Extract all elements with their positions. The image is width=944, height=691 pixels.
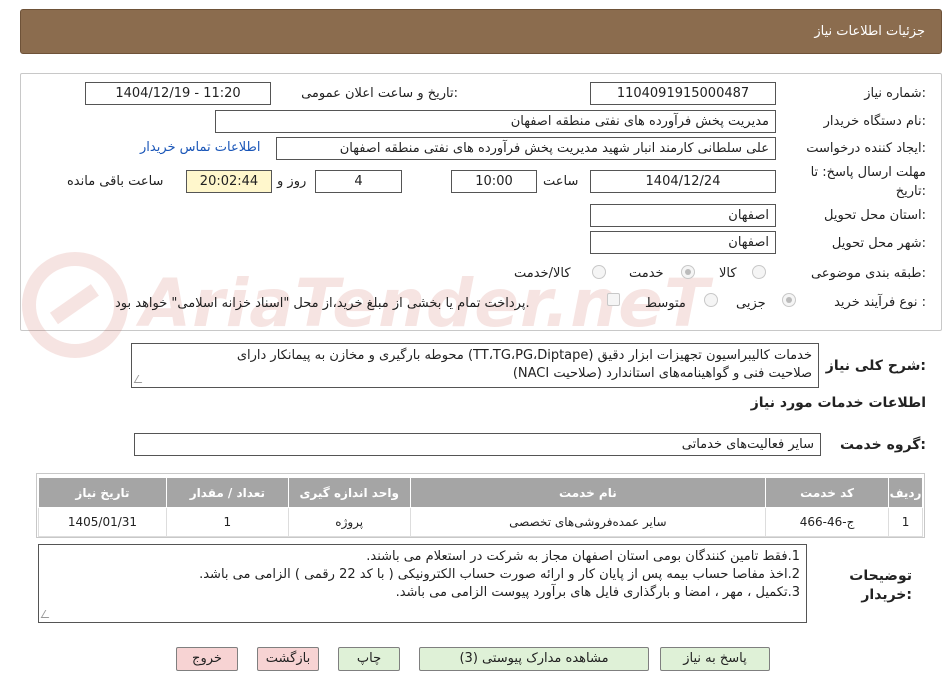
back-button[interactable]: بازگشت: [257, 647, 319, 671]
process-radio-minor[interactable]: [782, 293, 796, 307]
cell-unit: پروژه: [287, 507, 411, 537]
buyer-notes-label-2: خریدار:: [861, 587, 912, 603]
print-button[interactable]: چاپ: [338, 647, 400, 671]
need-number-field: 1104091915000487: [590, 82, 776, 105]
deadline-label-line1: مهلت ارسال پاسخ: تا: [810, 165, 926, 180]
buyer-note-line-2: 2.اخذ مفاصا حساب بیمه پس از پایان کار و …: [199, 567, 800, 582]
announce-field: 1404/12/19 - 11:20: [85, 82, 271, 105]
description-line-2: صلاحیت فنی و گواهینامه‌های استاندارد (صل…: [512, 366, 812, 381]
need-number-label: شماره نیاز:: [864, 86, 926, 101]
cell-qty: 1: [165, 507, 289, 537]
reply-button[interactable]: پاسخ به نیاز: [660, 647, 770, 671]
col-header-name: نام خدمت: [409, 477, 767, 508]
page-title: جزئیات اطلاعات نیاز: [814, 24, 925, 39]
col-header-unit: واحد اندازه گیری: [287, 477, 411, 508]
process-option-medium: متوسط: [645, 296, 686, 311]
cell-date: 1405/01/31: [38, 507, 167, 537]
service-group-label: گروه خدمت:: [840, 437, 926, 453]
treasury-payment-note: پرداخت تمام یا بخشی از مبلغ خرید،از محل …: [115, 296, 530, 311]
col-header-date: تاریخ نیاز: [38, 477, 167, 508]
cell-row-no: 1: [888, 507, 923, 537]
cell-name: سایر عمده‌فروشی‌های تخصصی: [409, 507, 767, 537]
category-label: طبقه بندی موضوعی:: [810, 266, 926, 281]
category-radio-goods[interactable]: [752, 265, 766, 279]
city-field: اصفهان: [590, 231, 776, 254]
buyer-org-field: مدیریت پخش فرآورده های نفتی منطقه اصفهان: [215, 110, 776, 133]
deadline-time-field: 10:00: [451, 170, 537, 193]
deadline-label-line2: تاریخ:: [895, 184, 926, 199]
category-option-service: خدمت: [629, 266, 664, 281]
remaining-time-field: 20:02:44: [186, 170, 272, 193]
table-row: 1 ج-46-466 سایر عمده‌فروشی‌های تخصصی پرو…: [38, 507, 923, 537]
description-label: شرح کلی نیاز:: [825, 358, 926, 374]
process-label: نوع فرآیند خرید :: [834, 295, 926, 310]
requester-label: ایجاد کننده درخواست:: [806, 141, 926, 156]
treasury-payment-checkbox[interactable]: [607, 293, 620, 306]
buyer-org-label: نام دستگاه خریدار:: [823, 114, 926, 129]
services-table: ردیف کد خدمت نام خدمت واحد اندازه گیری ت…: [38, 477, 923, 537]
category-radio-service[interactable]: [681, 265, 695, 279]
header-bar: جزئیات اطلاعات نیاز: [20, 9, 942, 54]
buyer-notes-textarea[interactable]: 1.فقط تامین کنندگان بومی استان اصفهان مج…: [38, 544, 807, 623]
col-header-qty: تعداد / مقدار: [165, 477, 289, 508]
days-label: روز و: [277, 174, 307, 189]
description-line-1: خدمات کالیبراسیون تجهیزات ابزار دقیق (TT…: [236, 348, 812, 363]
buyer-note-line-3: 3.تکمیل ، مهر ، امضا و بارگذاری فایل های…: [395, 585, 800, 600]
service-group-field: سایر فعالیت‌های خدماتی: [134, 433, 821, 456]
city-label: شهر محل تحویل:: [831, 236, 926, 251]
exit-button[interactable]: خروج: [176, 647, 238, 671]
announce-label: تاریخ و ساعت اعلان عمومی:: [301, 86, 458, 101]
category-radio-goods-service[interactable]: [592, 265, 606, 279]
process-option-minor: جزیی: [736, 296, 766, 311]
resize-grip-icon[interactable]: [40, 610, 54, 618]
province-label: استان محل تحویل:: [824, 208, 926, 223]
deadline-date-field: 1404/12/24: [590, 170, 776, 193]
requester-field: علی سلطانی کارمند انبار شهید مدیریت پخش …: [276, 137, 776, 160]
category-option-goods: کالا: [719, 266, 737, 281]
services-section-title: اطلاعات خدمات مورد نیاز: [750, 395, 926, 411]
table-header-row: ردیف کد خدمت نام خدمت واحد اندازه گیری ت…: [38, 477, 923, 508]
process-radio-medium[interactable]: [704, 293, 718, 307]
cell-code: ج-46-466: [765, 507, 890, 537]
buyer-contact-link[interactable]: اطلاعات تماس خریدار: [140, 140, 260, 155]
days-remaining-field: 4: [315, 170, 402, 193]
buyer-note-line-1: 1.فقط تامین کنندگان بومی استان اصفهان مج…: [366, 549, 800, 564]
description-textarea[interactable]: خدمات کالیبراسیون تجهیزات ابزار دقیق (TT…: [131, 343, 819, 388]
category-option-goods-service: کالا/خدمت: [514, 266, 571, 281]
col-header-row-no: ردیف: [888, 477, 923, 508]
buyer-notes-label-1: توضیحات: [849, 568, 912, 584]
view-attachments-button[interactable]: مشاهده مدارک پیوستی (3): [419, 647, 649, 671]
col-header-code: کد خدمت: [765, 477, 890, 508]
province-field: اصفهان: [590, 204, 776, 227]
deadline-time-label: ساعت: [543, 174, 579, 189]
remaining-time-label: ساعت باقی مانده: [67, 174, 164, 189]
